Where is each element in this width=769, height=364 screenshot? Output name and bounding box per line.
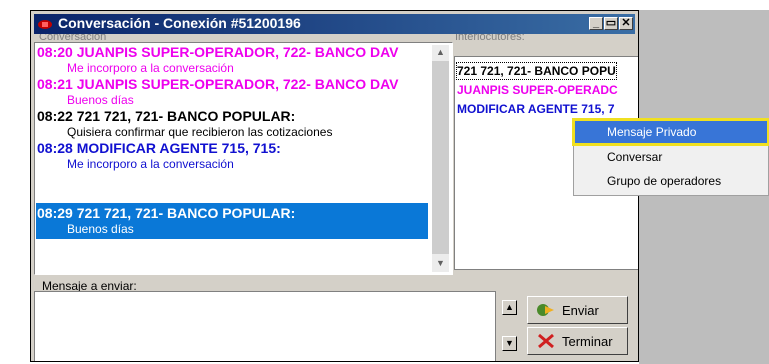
close-button[interactable]: ✕ [619, 17, 633, 30]
participant-item[interactable]: MODIFICAR AGENTE 715, 7 [457, 101, 615, 117]
message-header: 08:28 MODIFICAR AGENTE 715, 715: [37, 140, 281, 156]
message-text: Buenos días [67, 93, 134, 107]
context-menu: Mensaje Privado Conversar Grupo de opera… [572, 118, 769, 196]
minimize-button[interactable]: _ [589, 17, 603, 30]
message-header: 08:22 721 721, 721- BANCO POPULAR: [37, 108, 296, 124]
phone-icon [38, 20, 52, 29]
scroll-up-button[interactable]: ▲ [502, 300, 517, 315]
send-icon [537, 304, 554, 316]
window-title: Conversación - Conexión #51200196 [58, 15, 301, 31]
conversation-list[interactable]: 08:20 JUANPIS SUPER-OPERADOR, 722- BANCO… [34, 42, 453, 275]
title-bar[interactable]: Conversación - Conexión #51200196 _ ▭ ✕ [34, 14, 635, 34]
scroll-down-button[interactable]: ▼ [502, 336, 517, 351]
menu-item-operator-group[interactable]: Grupo de operadores [575, 170, 767, 192]
scroll-up-arrow-icon[interactable]: ▲ [436, 47, 445, 57]
participant-item[interactable]: 721 721, 721- BANCO POPU [456, 62, 617, 80]
conversation-scrollbar[interactable]: ▲ ▼ [432, 45, 449, 272]
message-text: Quisiera confirmar que recibieron las co… [67, 125, 333, 139]
scroll-down-arrow-icon[interactable]: ▼ [436, 258, 445, 268]
participant-item[interactable]: JUANPIS SUPER-OPERADC [457, 82, 618, 98]
end-button[interactable]: Terminar [527, 327, 628, 355]
message-input[interactable] [34, 291, 496, 361]
scrollbar-thumb[interactable] [432, 61, 449, 254]
close-x-icon [538, 333, 554, 349]
message-header: 08:29 721 721, 721- BANCO POPULAR: [37, 205, 296, 221]
send-button[interactable]: Enviar [527, 296, 628, 324]
message-text: Me incorporo a la conversación [67, 61, 234, 75]
restore-button[interactable]: ▭ [604, 17, 618, 30]
menu-item-private-message[interactable]: Mensaje Privado [572, 118, 769, 146]
participants-label: Interlocutores: [455, 34, 525, 43]
message-header: 08:20 JUANPIS SUPER-OPERADOR, 722- BANCO… [37, 44, 399, 60]
message-text: Me incorporo a la conversación [67, 157, 234, 171]
message-text: Buenos días [67, 222, 134, 236]
conversation-window: Conversación - Conexión #51200196 _ ▭ ✕ … [30, 10, 639, 362]
menu-item-converse[interactable]: Conversar [575, 146, 767, 168]
message-header: 08:21 JUANPIS SUPER-OPERADOR, 722- BANCO… [37, 76, 399, 92]
